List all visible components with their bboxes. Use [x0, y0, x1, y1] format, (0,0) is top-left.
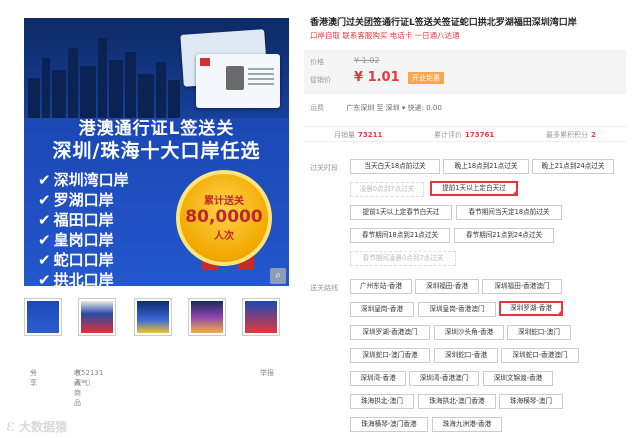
- time-section-label: 过关时段: [310, 164, 338, 172]
- route-option[interactable]: 深圳蛇口-澳门: [507, 325, 571, 340]
- magnifier-icon[interactable]: ⌕: [270, 268, 286, 284]
- time-option[interactable]: 提前1天以上定春节白天过: [350, 205, 452, 220]
- check-icon: ✔: [38, 271, 51, 286]
- time-option-disabled: 春节期间凌晨0点到7点过关: [350, 251, 456, 266]
- route-option[interactable]: 深圳皇岗-香港: [350, 302, 414, 317]
- thumbnail-3[interactable]: [134, 298, 172, 336]
- route-option[interactable]: 珠海横琴-澳门: [499, 394, 563, 409]
- thumbnail-strip: [24, 298, 284, 338]
- check-icon: ✔: [38, 211, 51, 229]
- price-label: 价格: [310, 58, 324, 66]
- time-option-selected[interactable]: 提前1天以上定白天过: [430, 181, 518, 196]
- promo-price: ¥ 1.01: [354, 70, 400, 85]
- points-info: 最多累积积分 2: [546, 131, 596, 139]
- id-card-front: [196, 54, 280, 108]
- product-subtitle: 口岸自取 联系客服购买 电话卡 一日通八达通: [310, 31, 460, 40]
- port-list: ✔ 深圳湾口岸 ✔ 罗湖口岸 ✔ 福田口岸 ✔ 皇岗口岸 ✔ 蛇口口岸 ✔ 拱北口岸: [38, 170, 129, 286]
- monthly-sales: 月销量 73211: [334, 131, 383, 139]
- port-item: ✔ 皇岗口岸: [38, 231, 114, 249]
- time-option[interactable]: 春节期间18点到21点过关: [350, 228, 450, 243]
- stats-bar: 月销量 73211 累计评价 173761 最多累积积分 2: [304, 126, 626, 142]
- review-count[interactable]: 累计评价 173761: [434, 130, 494, 140]
- time-option[interactable]: 春节期间21点到24点过关: [454, 228, 554, 243]
- thumbnail-2[interactable]: [78, 298, 116, 336]
- original-price: ¥ 1.02: [354, 56, 380, 65]
- selected-check-icon: [512, 190, 517, 195]
- route-option[interactable]: 深圳蛇口-澳门香港: [350, 348, 430, 363]
- main-product-image[interactable]: 港澳通行证L签送关 深圳/珠海十大口岸任选 ✔ 深圳湾口岸 ✔ 罗湖口岸 ✔ 福田口岸…: [24, 18, 289, 286]
- time-option[interactable]: 春节期间当天定18点前过关: [456, 205, 562, 220]
- time-option[interactable]: 晚上21点到24点过关: [532, 159, 614, 174]
- shipping-label: 运费: [310, 104, 324, 112]
- port-item: ✔ 福田口岸: [38, 211, 114, 229]
- route-option[interactable]: 深圳沙头角-香港: [434, 325, 504, 340]
- route-option[interactable]: 珠海横琴-澳门香港: [350, 417, 428, 432]
- watermark: ℰ 大数据猿: [6, 420, 67, 434]
- promo-price-label: 促销价: [310, 76, 331, 84]
- route-option[interactable]: 深圳皇岗-香港澳门: [418, 302, 496, 317]
- time-option[interactable]: 当天白天18点前过关: [350, 159, 440, 174]
- thumbnail-5[interactable]: [242, 298, 280, 336]
- route-option[interactable]: 深圳福田-香港澳门: [482, 279, 562, 294]
- customer-count-badge: 累计送关 80,0000 人次: [176, 170, 272, 266]
- brand-logo-icon: ℰ: [6, 420, 15, 434]
- route-option[interactable]: 珠海九洲港-香港: [432, 417, 502, 432]
- route-option[interactable]: 深圳蛇口-香港: [434, 348, 498, 363]
- route-option[interactable]: 深圳湾-香港澳门: [409, 371, 479, 386]
- report-link[interactable]: 举报: [260, 368, 274, 378]
- check-icon: ✔: [38, 231, 51, 249]
- route-option[interactable]: 深圳罗湖-香港澳门: [350, 325, 430, 340]
- product-title: 香港澳门过关团签通行证L签送关签证蛇口拱北罗湖福田深圳湾口岸: [310, 18, 577, 28]
- port-item: ✔ 罗湖口岸: [38, 191, 114, 209]
- price-box: 价格 ¥ 1.02 促销价 ¥ 1.01 开业钜惠: [304, 50, 626, 94]
- promo-tag: 开业钜惠: [408, 72, 444, 84]
- port-item: ✔ 拱北口岸: [38, 270, 129, 286]
- check-icon: ✔: [38, 251, 51, 269]
- check-icon: ✔: [38, 191, 51, 209]
- route-option[interactable]: 广州东站-香港: [350, 279, 412, 294]
- thumbnail-4[interactable]: [188, 298, 226, 336]
- route-option[interactable]: 珠海拱北-澳门: [350, 394, 414, 409]
- check-icon: ✔: [38, 171, 51, 189]
- route-option[interactable]: 深圳蛇口-香港澳门: [501, 348, 579, 363]
- port-item: ✔ 蛇口口岸: [38, 251, 114, 269]
- port-item: ✔ 深圳湾口岸: [38, 171, 129, 189]
- shipping-row: 运费 广东深圳 至 深圳 ▾ 快递: 0.00: [310, 103, 442, 113]
- route-section-label: 送关路线: [310, 284, 338, 292]
- route-option[interactable]: 珠海拱北-澳门香港: [418, 394, 496, 409]
- product-page: 港澳通行证L签送关 深圳/珠海十大口岸任选 ✔ 深圳湾口岸 ✔ 罗湖口岸 ✔ 福田口岸…: [0, 0, 640, 438]
- share-favorite-row: ⋖ 分享 ★ 收藏商品 （52131人气） 举报: [30, 368, 274, 407]
- route-option-selected[interactable]: 深圳罗湖-香港: [499, 301, 563, 316]
- route-option[interactable]: 深圳福田-香港: [415, 279, 479, 294]
- route-option[interactable]: 深圳文锦渡-香港: [483, 371, 553, 386]
- thumbnail-1[interactable]: [24, 298, 62, 336]
- hero-subheadline: 深圳/珠海十大口岸任选: [52, 140, 261, 162]
- time-option-disabled: 凌晨0点到7点过关: [350, 182, 424, 197]
- time-option[interactable]: 晚上18点到21点过关: [443, 159, 529, 174]
- selected-check-icon: [557, 310, 562, 315]
- shipping-destination-select[interactable]: 广东深圳 至 深圳 ▾ 快递: 0.00: [346, 104, 442, 112]
- route-option[interactable]: 深圳湾-香港: [350, 371, 406, 386]
